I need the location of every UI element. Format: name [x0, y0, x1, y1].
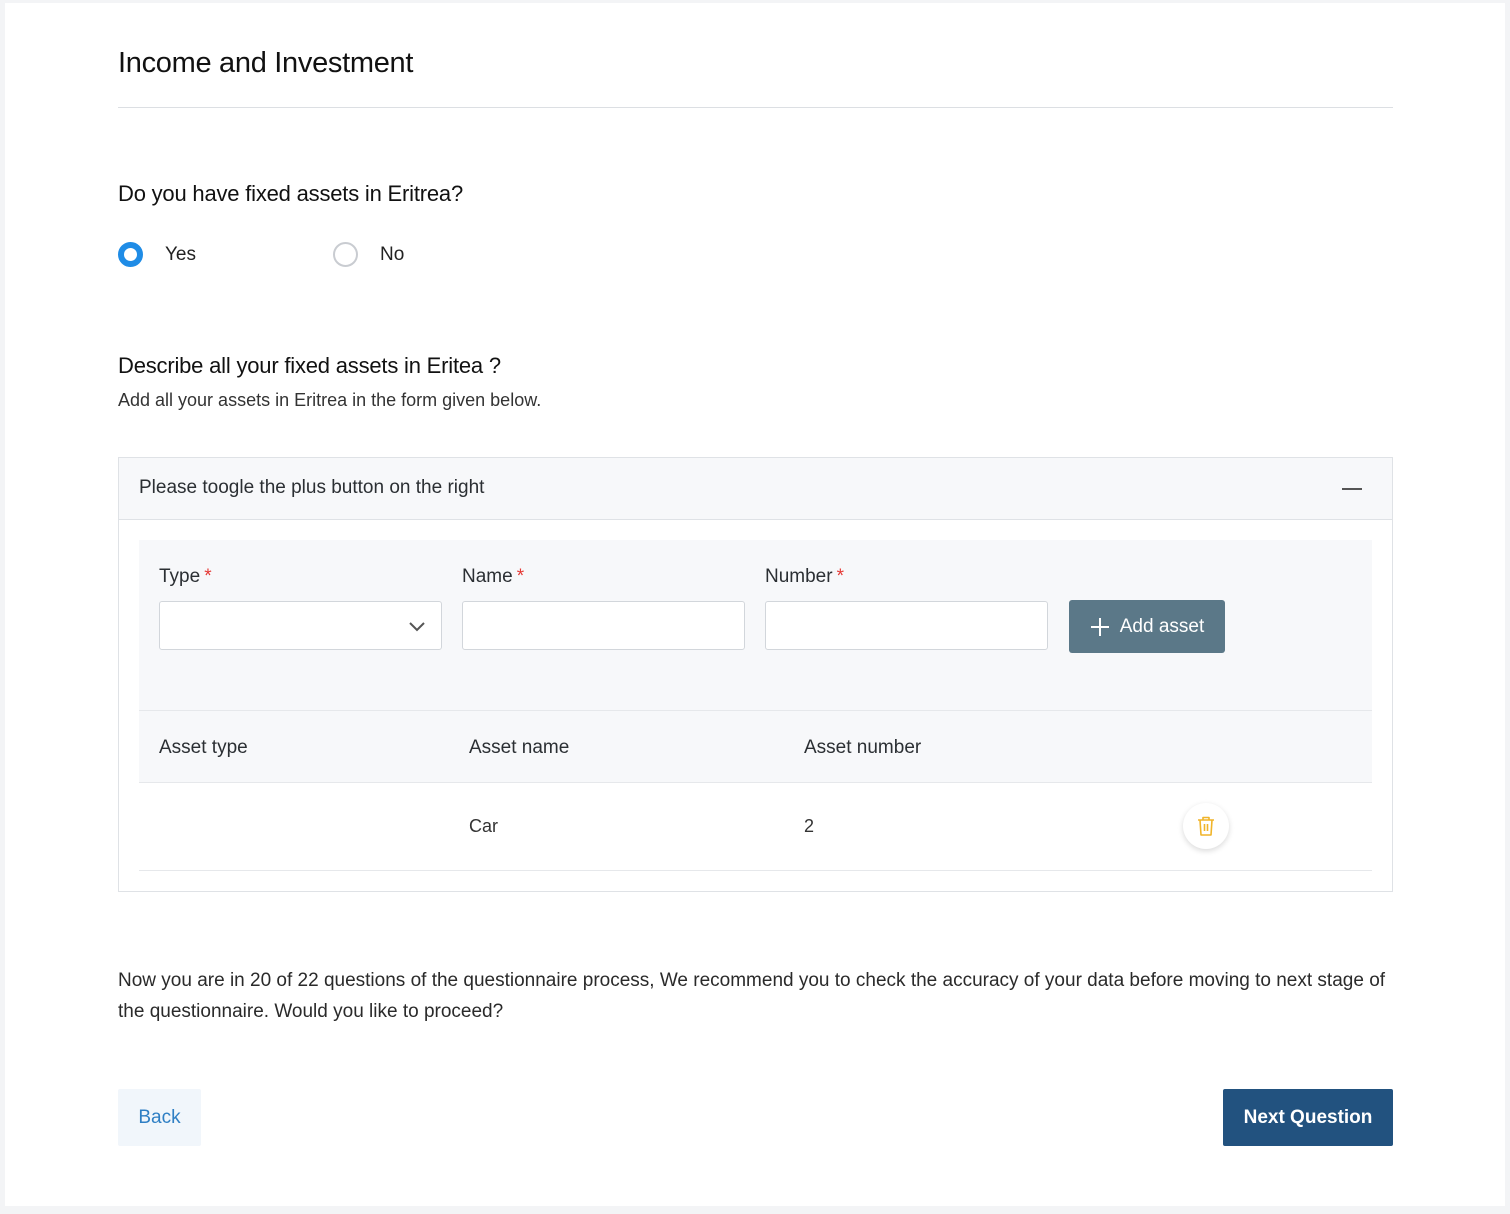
- table-row: Car 2: [139, 783, 1372, 871]
- column-asset-number: Asset number: [804, 737, 922, 758]
- required-marker: *: [836, 566, 844, 587]
- chevron-down-icon: [409, 622, 425, 632]
- progress-info-text: Now you are in 20 of 22 questions of the…: [118, 970, 1386, 1022]
- cell-asset-number: 2: [804, 816, 815, 836]
- question-describe-subtext: Add all your assets in Eritrea in the fo…: [118, 390, 542, 410]
- type-select[interactable]: [159, 601, 442, 650]
- back-button[interactable]: Back: [118, 1089, 201, 1146]
- question-describe-assets: Describe all your fixed assets in Eritea…: [118, 353, 501, 378]
- required-marker: *: [204, 566, 212, 587]
- radio-no-control[interactable]: [333, 242, 358, 267]
- assets-table-header: Asset type Asset name Asset number: [139, 710, 1372, 783]
- number-input[interactable]: [765, 601, 1048, 650]
- cell-asset-name: Car: [469, 816, 499, 836]
- required-marker: *: [516, 566, 525, 587]
- page-title: Income and Investment: [118, 47, 414, 79]
- column-asset-type: Asset type: [159, 737, 248, 758]
- minus-icon[interactable]: [1342, 479, 1364, 499]
- trash-icon: [1198, 816, 1214, 836]
- radio-option-no[interactable]: No: [333, 242, 404, 267]
- name-input[interactable]: [462, 601, 745, 650]
- question-fixed-assets: Do you have fixed assets in Eritrea?: [118, 181, 463, 206]
- radio-yes-label: Yes: [165, 243, 196, 265]
- add-asset-button[interactable]: Add asset: [1069, 600, 1225, 653]
- questionnaire-card: Income and Investment Do you have fixed …: [5, 3, 1505, 1206]
- asset-form: Type * Name * Number * Add asset: [139, 540, 1372, 710]
- assets-panel-header-text: Please toogle the plus button on the rig…: [139, 477, 485, 498]
- assets-panel: Please toogle the plus button on the rig…: [118, 457, 1393, 892]
- type-label: Type *: [159, 566, 212, 587]
- next-question-button[interactable]: Next Question: [1223, 1089, 1393, 1146]
- add-asset-label: Add asset: [1119, 615, 1205, 637]
- number-label: Number *: [765, 566, 844, 587]
- column-asset-name: Asset name: [469, 737, 570, 758]
- radio-option-yes[interactable]: Yes: [118, 242, 196, 267]
- plus-icon: [1090, 617, 1109, 636]
- radio-yes-control[interactable]: [118, 242, 143, 267]
- name-label: Name *: [462, 566, 525, 587]
- assets-panel-header[interactable]: Please toogle the plus button on the rig…: [119, 458, 1392, 520]
- title-divider: [118, 107, 1393, 108]
- radio-no-label: No: [380, 243, 405, 265]
- delete-asset-button[interactable]: [1183, 803, 1229, 849]
